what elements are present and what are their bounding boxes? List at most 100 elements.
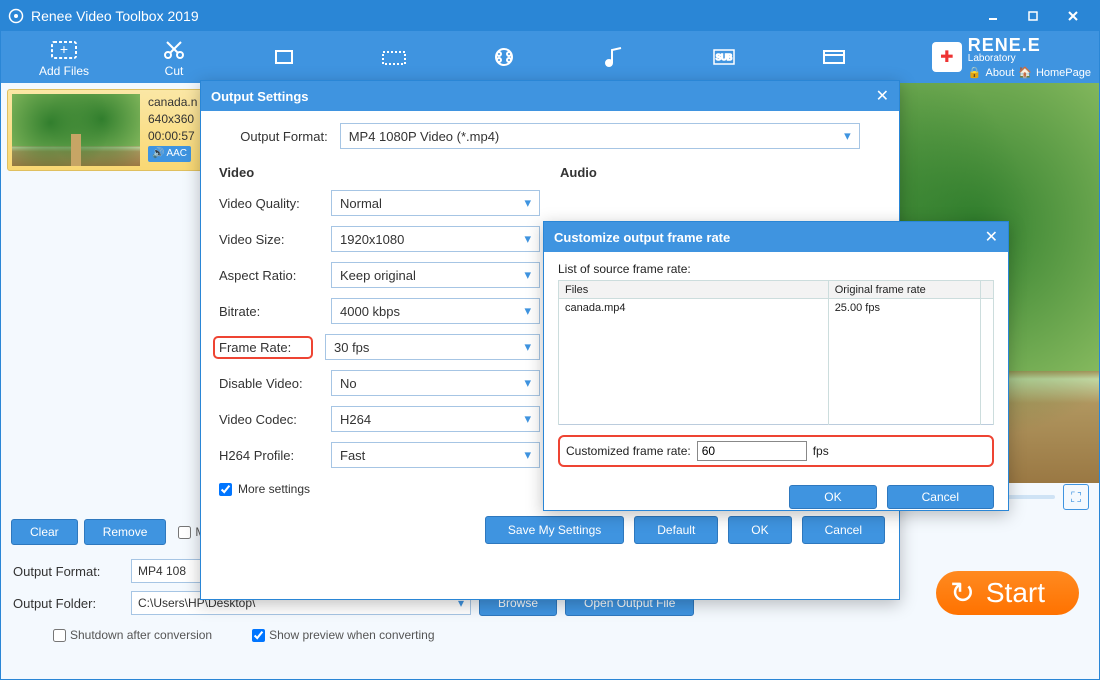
os-ok-button[interactable]: OK: [728, 516, 791, 544]
custom-frame-rate-row: Customized frame rate: fps: [558, 435, 994, 467]
cfr-ok-button[interactable]: OK: [789, 485, 876, 509]
start-label: Start: [986, 577, 1045, 609]
close-button[interactable]: [1053, 7, 1093, 25]
subtitle-button[interactable]: SUB: [669, 43, 779, 71]
add-files-icon: +: [50, 36, 78, 64]
chevron-down-icon: ▾: [524, 231, 531, 247]
app-title: Renee Video Toolbox 2019: [31, 8, 199, 24]
subtitle-icon: SUB: [710, 43, 738, 71]
output-format-value: MP4 108: [138, 564, 186, 578]
remove-button[interactable]: Remove: [84, 519, 167, 545]
cell-rate: 25.00 fps: [828, 299, 980, 317]
brand-logo-icon: ✚: [932, 42, 962, 72]
cfr-cancel-button[interactable]: Cancel: [887, 485, 994, 509]
video-quality-value: Normal: [340, 196, 382, 211]
cut-icon: [160, 36, 188, 64]
file-name: canada.n: [148, 94, 197, 111]
audio-badge: 🔊 AAC: [148, 146, 191, 162]
disable-video-value: No: [340, 376, 357, 391]
chevron-down-icon: ▾: [524, 447, 531, 463]
about-link[interactable]: About: [986, 67, 1015, 79]
lock-icon: 🔒: [968, 66, 982, 79]
minimize-button[interactable]: [973, 7, 1013, 25]
clear-button[interactable]: Clear: [11, 519, 78, 545]
effects-button[interactable]: [339, 43, 449, 71]
svg-text:+: +: [60, 41, 68, 57]
shutdown-checkbox[interactable]: Shutdown after conversion: [53, 628, 212, 642]
col-rate: Original frame rate: [828, 281, 980, 299]
custom-frame-rate-label: Customized frame rate:: [566, 444, 691, 458]
music-button[interactable]: [559, 43, 669, 71]
chevron-down-icon: ▾: [844, 128, 851, 144]
svg-text:SUB: SUB: [716, 53, 732, 62]
shutdown-label: Shutdown after conversion: [70, 628, 212, 642]
chevron-down-icon: ▾: [524, 267, 531, 283]
crop-rotate-button[interactable]: [229, 43, 339, 71]
cfr-list-label: List of source frame rate:: [558, 262, 994, 276]
video-section-header: Video: [219, 165, 540, 180]
video-size-value: 1920x1080: [340, 232, 404, 247]
cut-label: Cut: [165, 64, 184, 78]
frame-rate-label: Frame Rate:: [213, 336, 313, 359]
more-button[interactable]: [779, 43, 889, 71]
cell-file: canada.mp4: [559, 299, 829, 317]
app-icon: [7, 7, 25, 25]
video-size-combo[interactable]: 1920x1080 ▾: [331, 226, 540, 252]
output-format-label: Output Format:: [13, 564, 123, 579]
chevron-down-icon: ▾: [524, 339, 531, 355]
card-icon: [820, 43, 848, 71]
cfr-close-button[interactable]: ✕: [985, 227, 998, 247]
save-settings-button[interactable]: Save My Settings: [485, 516, 624, 544]
fps-label: fps: [813, 444, 829, 458]
watermark-button[interactable]: [449, 43, 559, 71]
customize-frame-rate-dialog: Customize output frame rate ✕ List of so…: [543, 221, 1009, 511]
cfr-footer: OK Cancel: [544, 477, 1008, 517]
cut-button[interactable]: Cut: [119, 36, 229, 78]
video-codec-combo[interactable]: H264▾: [331, 406, 540, 432]
homepage-link[interactable]: HomePage: [1036, 67, 1091, 79]
h264-profile-combo[interactable]: Fast ▾: [331, 442, 540, 468]
chevron-down-icon: ▾: [524, 411, 531, 427]
file-thumbnail: [12, 94, 140, 166]
source-frame-rate-table: Files Original frame rate canada.mp4 25.…: [558, 280, 994, 425]
cfr-title: Customize output frame rate: [554, 230, 730, 245]
file-duration: 00:00:57: [148, 128, 197, 145]
os-cancel-button[interactable]: Cancel: [802, 516, 885, 544]
disable-video-combo[interactable]: No▾: [331, 370, 540, 396]
add-files-button[interactable]: + Add Files: [9, 36, 119, 78]
maximize-button[interactable]: [1013, 7, 1053, 25]
os-output-format-combo[interactable]: MP4 1080P Video (*.mp4) ▾: [340, 123, 860, 149]
frame-rate-value: 30 fps: [334, 340, 369, 355]
more-settings-label: More settings: [238, 482, 310, 496]
output-settings-title: Output Settings: [211, 89, 309, 104]
show-preview-label: Show preview when converting: [269, 628, 434, 642]
aspect-ratio-combo[interactable]: Keep original ▾: [331, 262, 540, 288]
output-settings-close-button[interactable]: ✕: [876, 86, 889, 106]
home-icon: 🏠: [1018, 66, 1032, 79]
audio-section-header: Audio: [560, 165, 881, 180]
custom-frame-rate-input[interactable]: [697, 441, 807, 461]
col-files: Files: [559, 281, 829, 299]
fullscreen-button[interactable]: ⛶: [1063, 484, 1089, 510]
aspect-ratio-value: Keep original: [340, 268, 416, 283]
bitrate-combo[interactable]: 4000 kbps▾: [331, 298, 540, 324]
video-quality-label: Video Quality:: [219, 196, 319, 211]
video-quality-combo[interactable]: Normal ▾: [331, 190, 540, 216]
h264-profile-label: H264 Profile:: [219, 448, 319, 463]
frame-rate-combo[interactable]: 30 fps ▾: [325, 334, 540, 360]
titlebar: Renee Video Toolbox 2019: [1, 1, 1099, 31]
video-size-label: Video Size:: [219, 232, 319, 247]
start-button[interactable]: Start: [936, 571, 1079, 615]
h264-profile-value: Fast: [340, 448, 365, 463]
chevron-down-icon: ▾: [524, 195, 531, 211]
os-output-format-value: MP4 1080P Video (*.mp4): [349, 129, 500, 144]
chevron-down-icon: ▾: [524, 303, 531, 319]
table-row[interactable]: canada.mp4 25.00 fps: [559, 299, 994, 317]
output-folder-label: Output Folder:: [13, 596, 123, 611]
aspect-ratio-label: Aspect Ratio:: [219, 268, 319, 283]
default-button[interactable]: Default: [634, 516, 718, 544]
output-settings-titlebar: Output Settings ✕: [201, 81, 899, 111]
show-preview-checkbox[interactable]: Show preview when converting: [252, 628, 434, 642]
audio-badge-label: AAC: [166, 147, 187, 161]
brand: ✚ RENE.E Laboratory 🔒 About 🏠 HomePage: [932, 35, 1091, 79]
